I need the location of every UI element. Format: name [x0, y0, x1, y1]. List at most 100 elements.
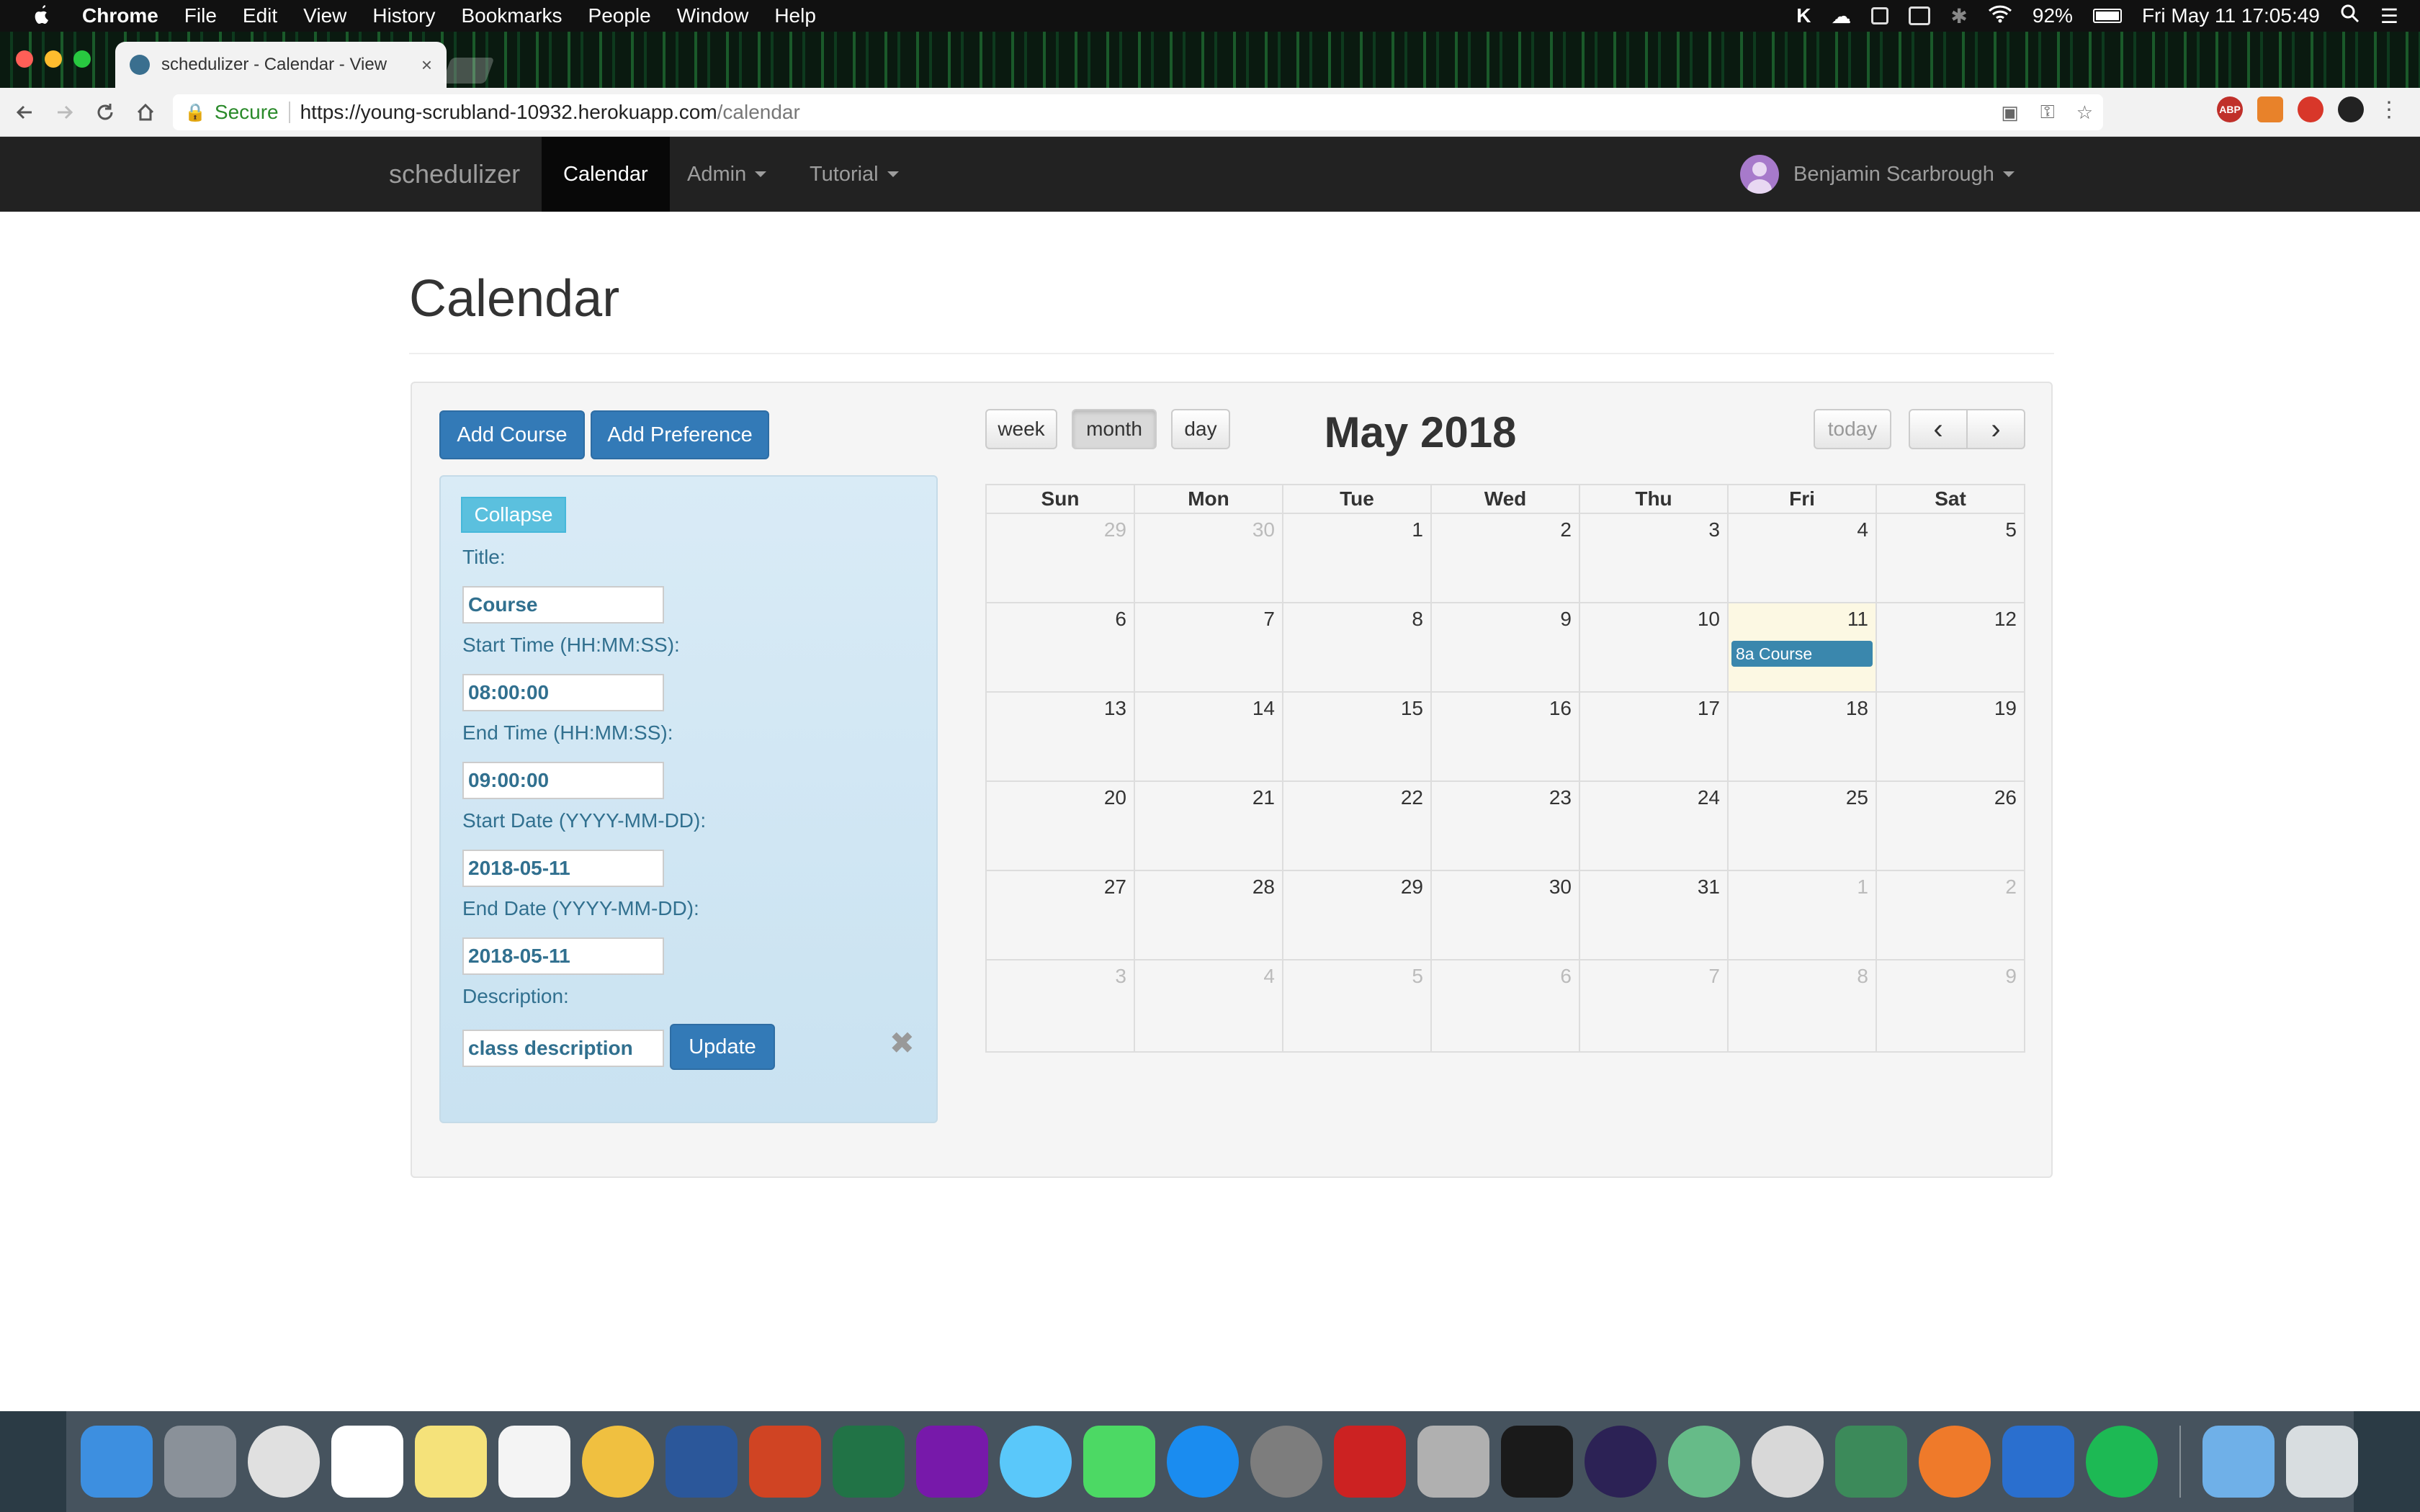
calendar-day[interactable]: 8: [1729, 960, 1877, 1051]
user-menu[interactable]: Benjamin Scarbrough: [1740, 137, 2015, 212]
minimize-window-button[interactable]: [45, 50, 62, 68]
key-icon[interactable]: ⚿: [2040, 101, 2055, 124]
trash-icon[interactable]: [2286, 1426, 2358, 1498]
word-icon[interactable]: [666, 1426, 738, 1498]
calendar-day[interactable]: 17: [1580, 693, 1729, 780]
airplay-icon[interactable]: [1909, 6, 1931, 25]
nav-admin[interactable]: Admin: [666, 137, 788, 212]
calendar-day[interactable]: 15: [1283, 693, 1432, 780]
home-icon[interactable]: [130, 96, 161, 128]
brand-link[interactable]: schedulizer: [389, 159, 520, 189]
nav-tutorial[interactable]: Tutorial: [788, 137, 920, 212]
photos-icon[interactable]: [582, 1426, 654, 1498]
xcode-icon[interactable]: [2002, 1426, 2074, 1498]
wifi-icon[interactable]: [1988, 4, 2012, 28]
menu-history[interactable]: History: [372, 4, 435, 27]
calendar-day[interactable]: 1: [1283, 514, 1432, 602]
notification-center-icon[interactable]: ☰: [2380, 4, 2398, 28]
day-view-button[interactable]: day: [1171, 409, 1230, 449]
add-preference-button[interactable]: Add Preference: [591, 410, 769, 459]
collapse-button[interactable]: Collapse: [461, 497, 566, 533]
close-icon[interactable]: ✖: [889, 1025, 915, 1061]
chrome-menu-icon[interactable]: ⋮: [2378, 97, 2400, 122]
title-input[interactable]: [462, 586, 664, 624]
prev-month-button[interactable]: ‹: [1909, 409, 1968, 449]
back-arrow-icon[interactable]: [9, 96, 40, 128]
downloads-icon[interactable]: [2202, 1426, 2275, 1498]
calendar-day[interactable]: 20: [987, 782, 1135, 870]
app-store-icon[interactable]: [1167, 1426, 1239, 1498]
menu-edit[interactable]: Edit: [243, 4, 277, 27]
bookmark-star-icon[interactable]: ☆: [2076, 102, 2093, 124]
calendar-day[interactable]: 29: [1283, 871, 1432, 959]
calendar-day[interactable]: 7: [1580, 960, 1729, 1051]
battery-percent[interactable]: 92%: [2033, 4, 2073, 27]
week-view-button[interactable]: week: [985, 409, 1057, 449]
onenote-icon[interactable]: [916, 1426, 988, 1498]
atom-icon[interactable]: [1668, 1426, 1740, 1498]
today-button[interactable]: today: [1814, 409, 1891, 449]
tab-close-icon[interactable]: ×: [421, 54, 432, 76]
battery-icon[interactable]: [2092, 9, 2122, 23]
calendar-day[interactable]: 30: [1432, 871, 1580, 959]
calendar-day[interactable]: 3: [987, 960, 1135, 1051]
extension-shield-icon[interactable]: [2298, 96, 2323, 122]
powerpoint-icon[interactable]: [749, 1426, 821, 1498]
calendar-day[interactable]: 2: [1432, 514, 1580, 602]
calendar-day[interactable]: 12: [1877, 603, 2024, 691]
maximize-window-button[interactable]: [73, 50, 91, 68]
calendar-day[interactable]: 9: [1877, 960, 2024, 1051]
calendar-day[interactable]: 7: [1135, 603, 1283, 691]
add-course-button[interactable]: Add Course: [439, 410, 585, 459]
cloud-icon[interactable]: ☁: [1831, 4, 1851, 28]
browser-tab[interactable]: schedulizer - Calendar - View ×: [115, 42, 447, 88]
menu-bookmarks[interactable]: Bookmarks: [461, 4, 562, 27]
calendar-day[interactable]: 5: [1283, 960, 1432, 1051]
owl-icon[interactable]: [1752, 1426, 1824, 1498]
end-time-input[interactable]: [462, 762, 664, 799]
calendar-day[interactable]: 4: [1135, 960, 1283, 1051]
calendar-icon[interactable]: [331, 1426, 403, 1498]
description-input[interactable]: [462, 1030, 664, 1067]
menu-window[interactable]: Window: [677, 4, 749, 27]
terminal-icon[interactable]: [1501, 1426, 1573, 1498]
menu-view[interactable]: View: [303, 4, 346, 27]
calendar-day[interactable]: 3: [1580, 514, 1729, 602]
start-date-input[interactable]: [462, 850, 664, 887]
nav-calendar[interactable]: Calendar: [542, 137, 670, 212]
calendar-day[interactable]: 18: [1729, 693, 1877, 780]
calendar-day[interactable]: 9: [1432, 603, 1580, 691]
month-view-button[interactable]: month: [1072, 409, 1157, 449]
keyboard-icon[interactable]: K: [1796, 4, 1811, 27]
eclipse-icon[interactable]: [1585, 1426, 1657, 1498]
forward-arrow-icon[interactable]: [49, 96, 81, 128]
calendar-day[interactable]: 29: [987, 514, 1135, 602]
extension-privacy-icon[interactable]: [2338, 96, 2364, 122]
calendar-event[interactable]: 8a Course: [1731, 641, 1873, 667]
system-preferences-icon[interactable]: [1250, 1426, 1322, 1498]
spotify-icon[interactable]: [2086, 1426, 2158, 1498]
window-icon[interactable]: [1871, 7, 1889, 24]
notes-icon[interactable]: [415, 1426, 487, 1498]
menu-people[interactable]: People: [588, 4, 651, 27]
blocked-popup-icon[interactable]: ▣: [2001, 102, 2019, 124]
calendar-day[interactable]: 27: [987, 871, 1135, 959]
reminders-icon[interactable]: [498, 1426, 570, 1498]
calendar-day[interactable]: 21: [1135, 782, 1283, 870]
calendar-day[interactable]: 5: [1877, 514, 2024, 602]
excel-icon[interactable]: [833, 1426, 905, 1498]
calendar-day[interactable]: 16: [1432, 693, 1580, 780]
calendar-day[interactable]: 2: [1877, 871, 2024, 959]
calendar-day[interactable]: 25: [1729, 782, 1877, 870]
new-tab-button[interactable]: [442, 58, 495, 84]
sourcetree-icon[interactable]: [1835, 1426, 1907, 1498]
update-button[interactable]: Update: [670, 1024, 775, 1070]
calculator-icon[interactable]: [1417, 1426, 1489, 1498]
apple-icon[interactable]: [27, 5, 56, 27]
adblock-extension-icon[interactable]: ABP: [2217, 96, 2243, 122]
calendar-day[interactable]: 24: [1580, 782, 1729, 870]
reload-icon[interactable]: [89, 96, 121, 128]
spotlight-icon[interactable]: [2340, 4, 2360, 29]
postman-icon[interactable]: [1919, 1426, 1991, 1498]
vim-icon[interactable]: [1334, 1426, 1406, 1498]
